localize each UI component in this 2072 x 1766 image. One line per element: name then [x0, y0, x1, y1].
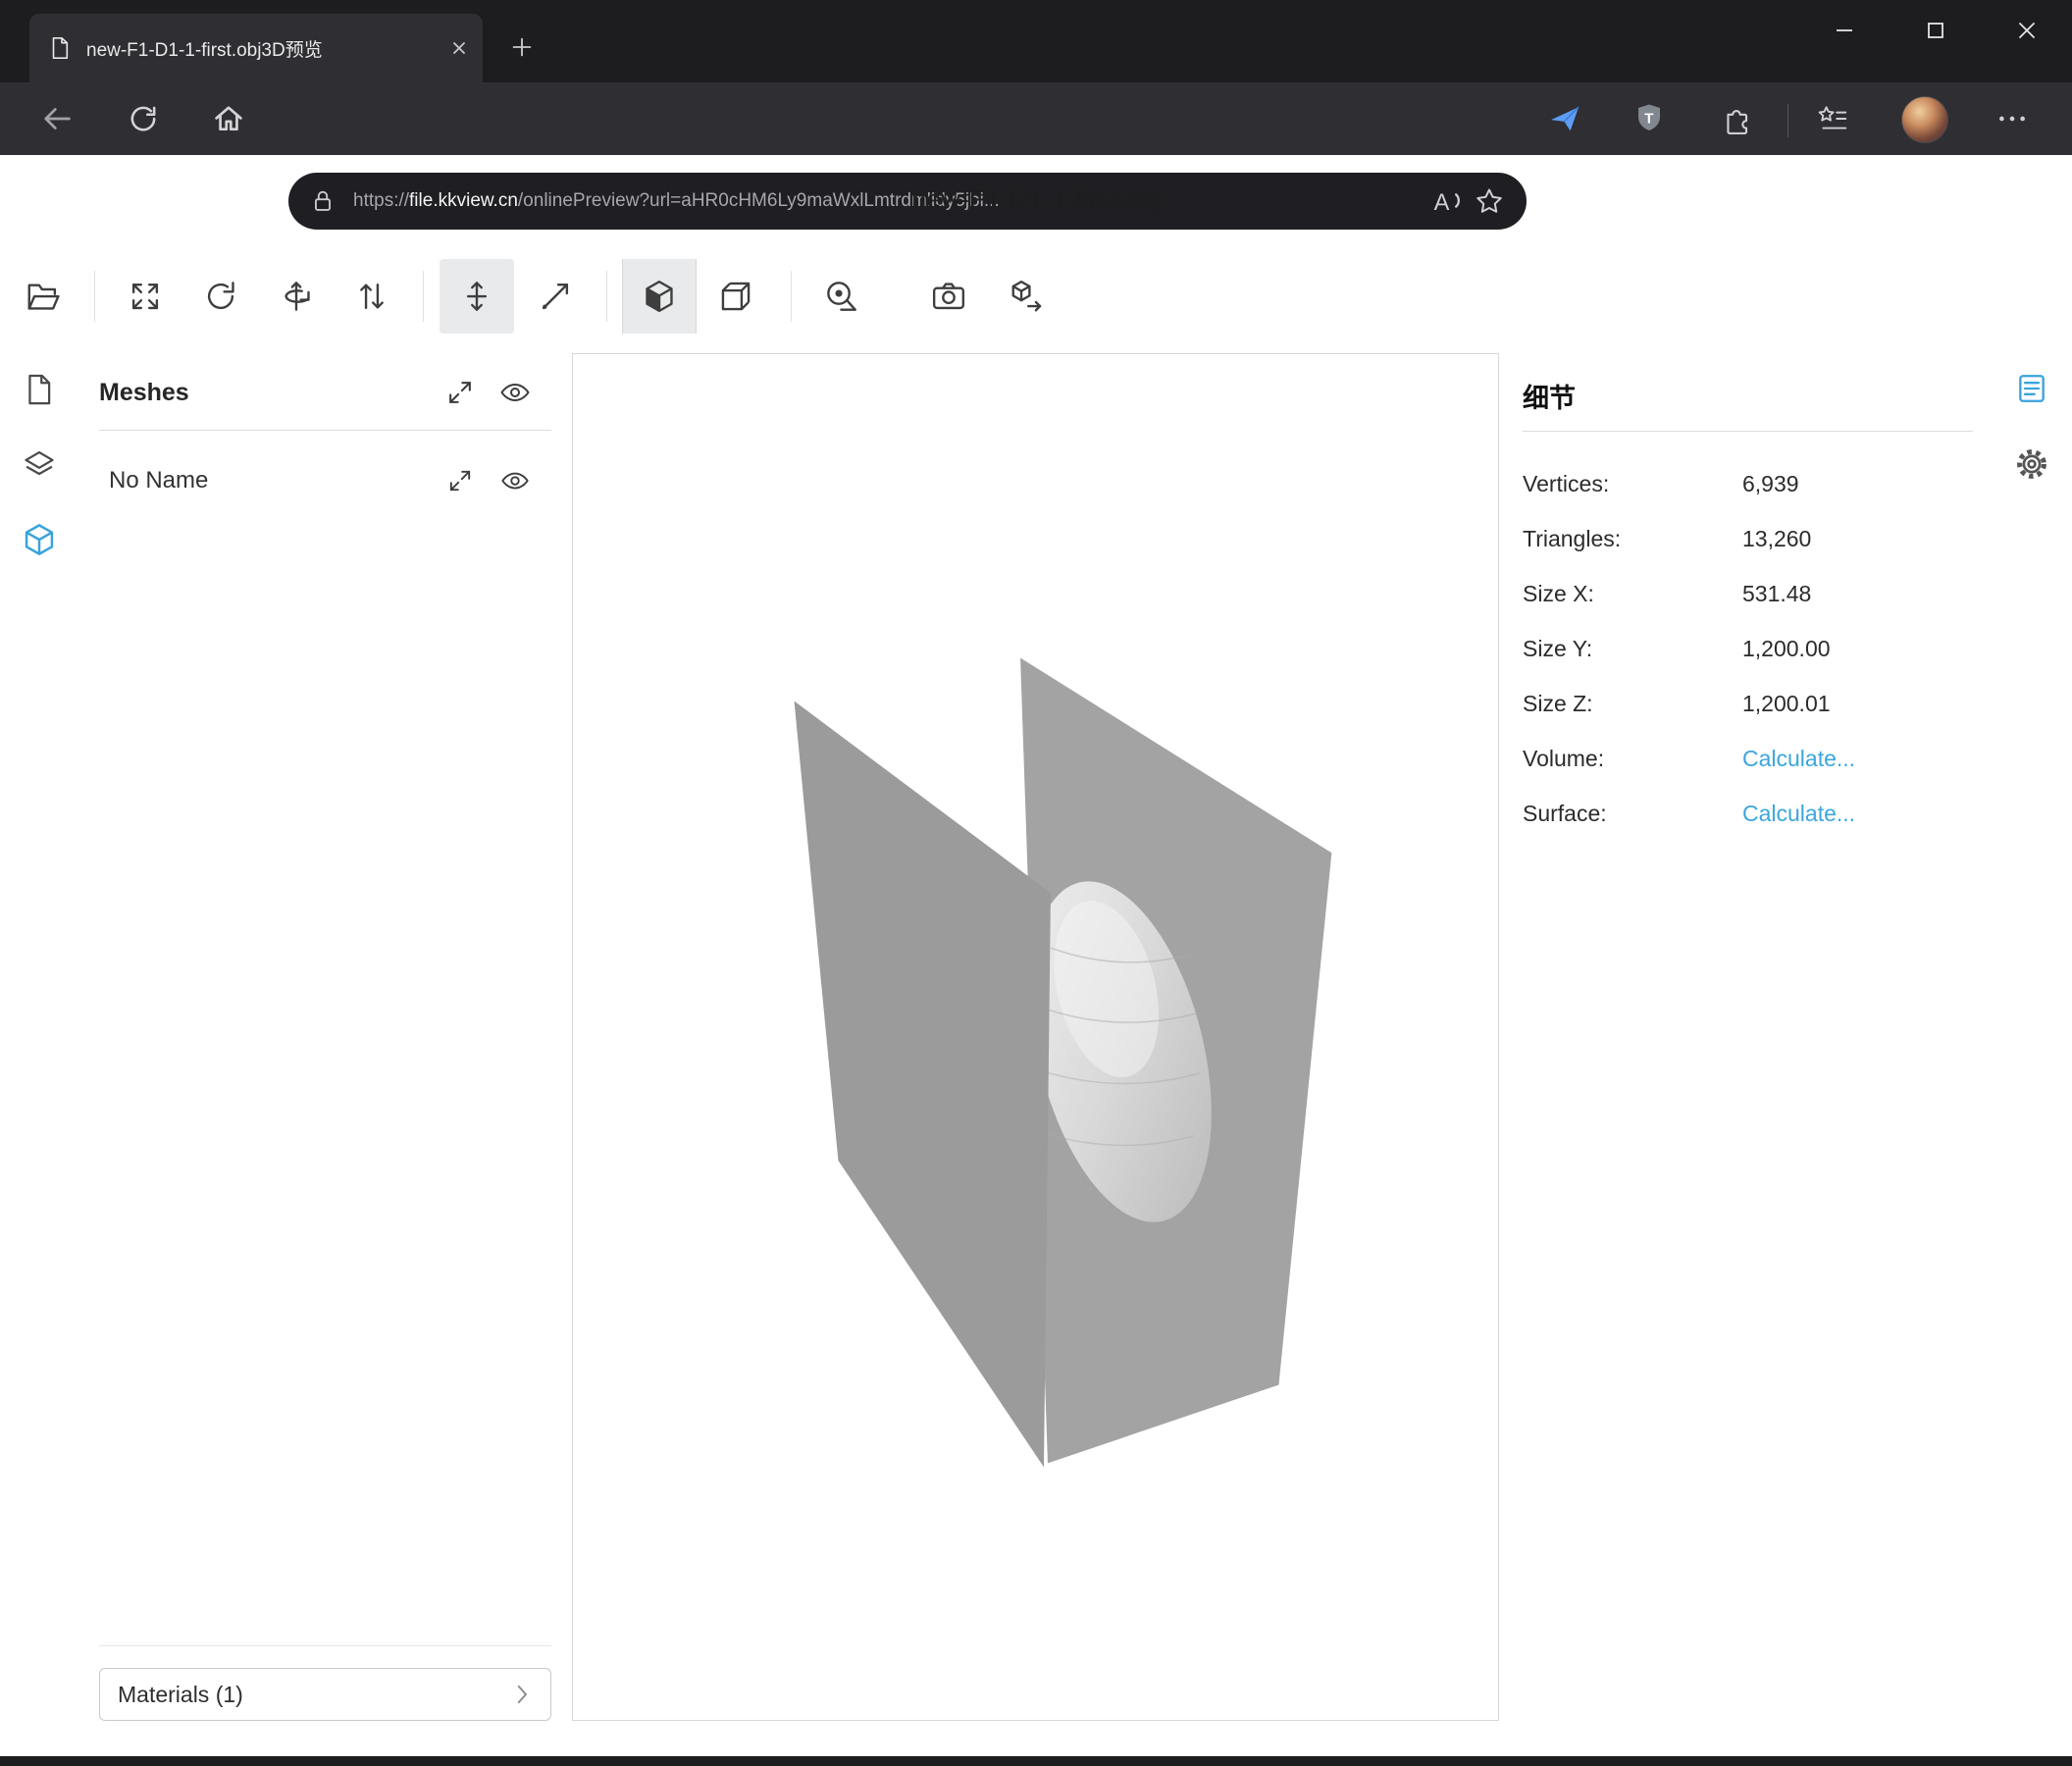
details-panel-tab[interactable]: [2008, 365, 2055, 412]
panel-divider: [1523, 431, 1973, 432]
refresh-button[interactable]: [116, 91, 171, 146]
details-rows: Vertices: 6,939 Triangles: 13,260 Size X…: [1523, 456, 1973, 841]
materials-tab[interactable]: [16, 442, 63, 489]
page-title: new-F1-D1-1-first.obj: [0, 184, 2072, 215]
details-row-surface: Surface: Calculate...: [1523, 786, 1973, 841]
details-row-triangles: Triangles: 13,260: [1523, 511, 1973, 566]
window-bottom-edge: [0, 1756, 2072, 1766]
gear-icon: [2014, 446, 2049, 482]
details-row-volume: Volume: Calculate...: [1523, 731, 1973, 786]
toolbar-separator: [423, 271, 424, 322]
window-minimize-button[interactable]: [1798, 0, 1890, 61]
tab-close-icon[interactable]: [449, 38, 469, 58]
materials-button[interactable]: Materials (1): [99, 1668, 551, 1721]
toolbar-separator: [791, 271, 792, 322]
measure-tape-icon: [823, 278, 860, 315]
home-button[interactable]: [201, 91, 256, 146]
meshes-panel-header: Meshes: [99, 365, 551, 420]
details-row-vertices: Vertices: 6,939: [1523, 456, 1973, 511]
file-info-tab[interactable]: [16, 366, 63, 413]
settings-tab[interactable]: [2008, 441, 2055, 488]
meshes-panel-title: Meshes: [99, 379, 422, 407]
panel-divider: [99, 1645, 551, 1646]
details-panel-title: 细节: [1523, 377, 1576, 415]
view-perspective-button[interactable]: [622, 259, 697, 334]
fit-view-icon: [127, 278, 164, 315]
extension-bird-icon[interactable]: [1540, 94, 1589, 143]
mesh-list-item[interactable]: No Name: [99, 453, 551, 508]
materials-button-label: Materials (1): [118, 1682, 509, 1708]
details-list-icon: [2015, 372, 2048, 405]
browser-tab[interactable]: new-F1-D1-1-first.obj3D预览: [29, 14, 483, 82]
shield-extension-icon[interactable]: T: [1625, 94, 1674, 143]
window-close-button[interactable]: [1981, 0, 2072, 61]
browser-tab-bar: new-F1-D1-1-first.obj3D预览: [0, 0, 2072, 82]
panel-divider: [99, 430, 551, 431]
view-orthographic-button[interactable]: [699, 259, 773, 334]
chevron-right-icon: [509, 1682, 535, 1707]
screenshot-camera-icon: [930, 278, 967, 315]
pan-vertical-icon: [458, 278, 495, 315]
screenshot-camera-button[interactable]: [911, 259, 986, 334]
measure-line-button[interactable]: [518, 259, 593, 334]
model-cube-icon: [22, 522, 57, 557]
plane-left: [795, 701, 1051, 1467]
tab-title: new-F1-D1-1-first.obj3D预览: [86, 35, 449, 62]
flip-vertical-icon: [353, 278, 390, 315]
details-row-size-y: Size Y: 1,200.00: [1523, 621, 1973, 676]
settings-more-icon[interactable]: [1988, 94, 2037, 143]
calculate-volume-link[interactable]: Calculate...: [1742, 746, 1855, 772]
tab-favicon-icon: [47, 35, 73, 61]
rotate-axis-icon: [278, 278, 315, 315]
rotate-axis-button[interactable]: [259, 259, 334, 334]
measure-tape-button[interactable]: [804, 259, 879, 334]
svg-text:T: T: [1644, 111, 1653, 128]
export-model-button[interactable]: [990, 259, 1064, 334]
window-maximize-button[interactable]: [1890, 0, 1981, 61]
back-button[interactable]: [29, 91, 84, 146]
model-canvas[interactable]: [573, 354, 1498, 1720]
zoom-to-mesh-icon[interactable]: [443, 464, 477, 497]
fit-view-button[interactable]: [108, 259, 182, 334]
mesh-name: No Name: [109, 467, 422, 494]
rotate-free-icon: [202, 278, 239, 315]
toolbar-separator: [606, 271, 607, 322]
export-model-icon: [1009, 278, 1046, 315]
model-viewport[interactable]: [572, 353, 1499, 1721]
profile-avatar[interactable]: [1901, 96, 1948, 143]
toolbar-separator: [94, 271, 95, 322]
materials-icon: [22, 447, 57, 483]
mesh-visibility-eye-icon[interactable]: [498, 464, 532, 497]
file-icon: [22, 372, 57, 407]
viewer-toolbar: [0, 259, 1099, 334]
view-perspective-icon: [641, 278, 678, 315]
open-model-button[interactable]: [6, 259, 80, 334]
new-tab-button[interactable]: [500, 26, 544, 69]
model-tree-tab[interactable]: [16, 516, 63, 563]
window-controls: [1798, 0, 2072, 61]
details-row-size-x: Size X: 531.48: [1523, 566, 1973, 621]
flip-vertical-button[interactable]: [335, 259, 409, 334]
extensions-puzzle-icon[interactable]: [1713, 94, 1762, 143]
rotate-free-button[interactable]: [183, 259, 258, 334]
details-row-size-z: Size Z: 1,200.01: [1523, 676, 1973, 731]
visibility-all-eye-icon[interactable]: [498, 376, 532, 409]
calculate-surface-link[interactable]: Calculate...: [1742, 801, 1855, 827]
measure-line-icon: [537, 278, 574, 315]
open-model-icon: [25, 278, 62, 315]
browser-nav-bar: https://file.kkview.cn/onlinePreview?url…: [0, 82, 2072, 155]
view-orthographic-icon: [717, 278, 754, 315]
pan-vertical-button[interactable]: [440, 259, 514, 334]
expand-all-icon[interactable]: [443, 376, 477, 409]
toolbar-separator: [1787, 104, 1788, 137]
favorites-bar-icon[interactable]: [1808, 94, 1857, 143]
